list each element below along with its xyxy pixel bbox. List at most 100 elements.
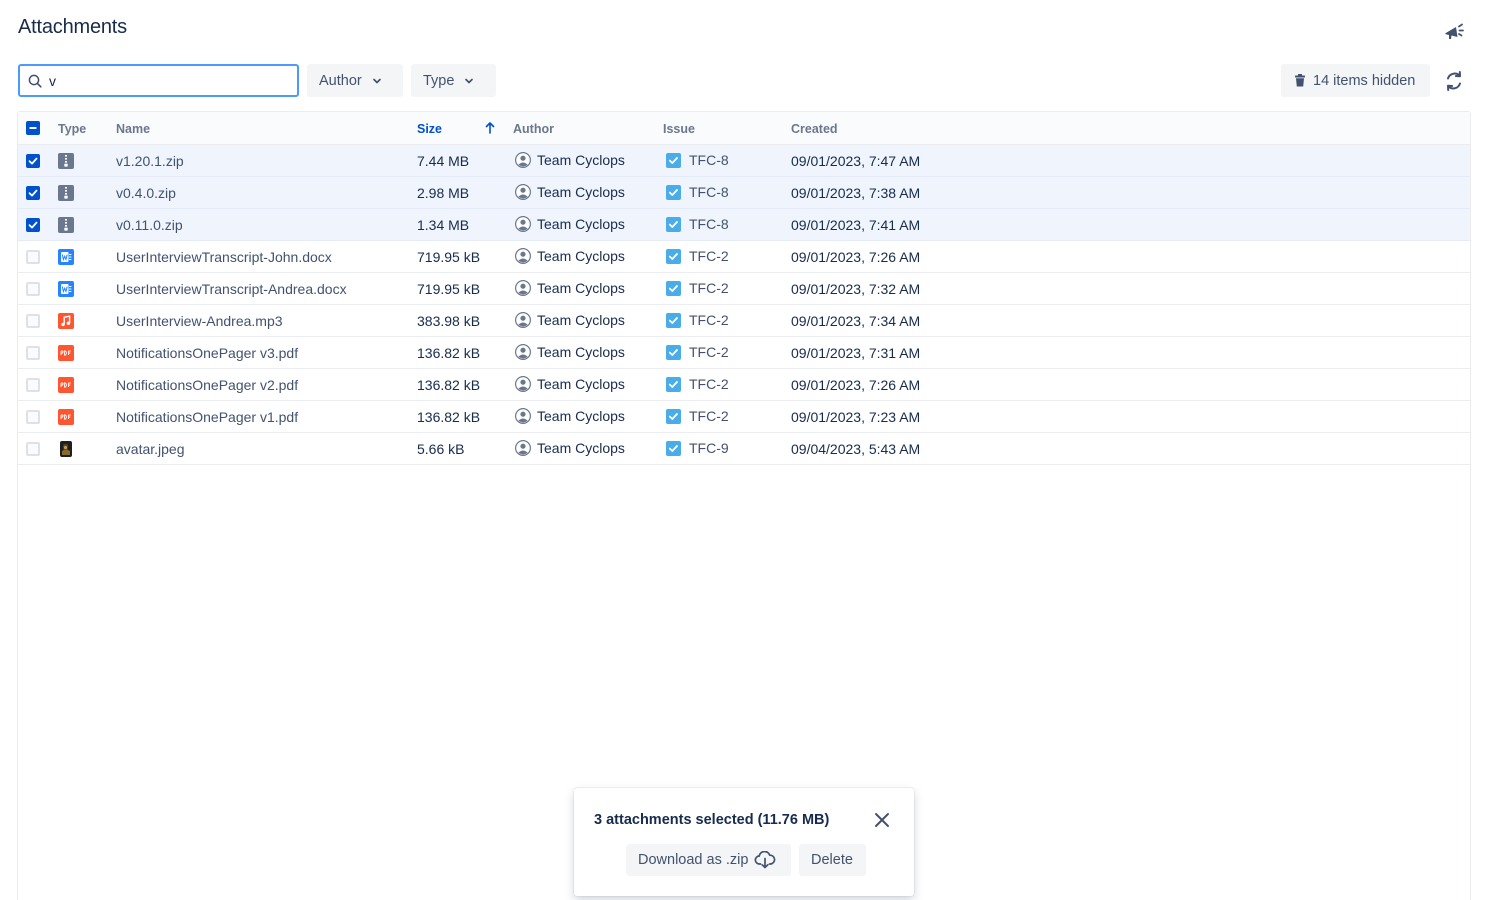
select-all-checkbox[interactable]	[26, 121, 40, 135]
created-date: 09/01/2023, 7:31 AM	[791, 345, 921, 361]
table-row[interactable]: avatar.jpeg 5.66 kB Team Cyclops TFC-9 0…	[18, 433, 1470, 465]
issue-link[interactable]: TFC-9	[666, 440, 729, 456]
column-header-size[interactable]: Size	[417, 122, 442, 136]
issue-key: TFC-2	[689, 312, 729, 328]
hidden-items-button[interactable]: 14 items hidden	[1281, 64, 1430, 97]
zip-file-icon	[58, 185, 74, 201]
created-date: 09/01/2023, 7:38 AM	[791, 185, 921, 201]
refresh-icon[interactable]	[1443, 70, 1465, 92]
table-row[interactable]: UserInterviewTranscript-John.docx 719.95…	[18, 241, 1470, 273]
issue-link[interactable]: TFC-2	[666, 376, 729, 392]
selection-summary: 3 attachments selected (11.76 MB)	[594, 812, 830, 828]
table-row[interactable]: NotificationsOnePager v2.pdf 136.82 kB T…	[18, 369, 1470, 401]
column-header-created[interactable]: Created	[791, 122, 838, 136]
issue-link[interactable]: TFC-8	[666, 216, 729, 232]
delete-button[interactable]: Delete	[799, 844, 866, 876]
row-checkbox[interactable]	[26, 282, 40, 296]
file-name-link[interactable]: avatar.jpeg	[116, 441, 185, 457]
hidden-items-label: 14 items hidden	[1313, 72, 1416, 89]
table-row[interactable]: v1.20.1.zip 7.44 MB Team Cyclops TFC-8 0…	[18, 145, 1470, 177]
task-checkbox-icon	[666, 376, 681, 392]
file-name-link[interactable]: UserInterview-Andrea.mp3	[116, 313, 283, 329]
avatar-icon	[515, 184, 531, 200]
megaphone-icon[interactable]	[1442, 20, 1466, 44]
author-cell: Team Cyclops	[515, 376, 625, 392]
row-checkbox[interactable]	[26, 250, 40, 264]
chevron-down-icon	[465, 78, 474, 83]
table-header: Type Name Size Author Issue Created	[18, 112, 1470, 145]
issue-key: TFC-2	[689, 408, 729, 424]
file-name-link[interactable]: UserInterviewTranscript-John.docx	[116, 249, 332, 265]
search-input[interactable]	[49, 72, 279, 89]
sort-ascending-icon[interactable]	[484, 121, 496, 135]
check-icon	[28, 189, 38, 197]
row-checkbox[interactable]	[26, 442, 40, 456]
file-size: 383.98 kB	[417, 313, 481, 329]
column-header-name[interactable]: Name	[116, 122, 150, 136]
avatar-icon	[515, 280, 531, 296]
table-row[interactable]: UserInterviewTranscript-Andrea.docx 719.…	[18, 273, 1470, 305]
zip-file-icon	[58, 153, 74, 169]
close-icon[interactable]	[872, 810, 892, 830]
file-name-link[interactable]: NotificationsOnePager v1.pdf	[116, 409, 298, 425]
file-size: 7.44 MB	[417, 153, 470, 169]
issue-key: TFC-8	[689, 184, 729, 200]
file-name-link[interactable]: v1.20.1.zip	[116, 153, 184, 169]
created-date: 09/01/2023, 7:26 AM	[791, 249, 921, 265]
search-field[interactable]	[18, 64, 299, 97]
file-size: 719.95 kB	[417, 281, 481, 297]
task-checkbox-icon	[666, 184, 681, 200]
issue-key: TFC-2	[689, 376, 729, 392]
file-name-link[interactable]: NotificationsOnePager v3.pdf	[116, 345, 298, 361]
avatar-icon	[515, 376, 531, 392]
word-file-icon	[58, 281, 74, 297]
avatar-icon	[515, 344, 531, 360]
file-name-link[interactable]: NotificationsOnePager v2.pdf	[116, 377, 298, 393]
row-checkbox[interactable]	[26, 378, 40, 392]
author-name: Team Cyclops	[537, 344, 625, 360]
file-name-link[interactable]: v0.4.0.zip	[116, 185, 176, 201]
task-checkbox-icon	[666, 440, 681, 456]
issue-key: TFC-9	[689, 440, 729, 456]
issue-link[interactable]: TFC-2	[666, 344, 729, 360]
download-zip-button[interactable]: Download as .zip	[626, 844, 791, 876]
row-checkbox[interactable]	[26, 218, 40, 232]
row-checkbox[interactable]	[26, 154, 40, 168]
table-row[interactable]: v0.4.0.zip 2.98 MB Team Cyclops TFC-8 09…	[18, 177, 1470, 209]
issue-link[interactable]: TFC-2	[666, 408, 729, 424]
issue-link[interactable]: TFC-2	[666, 312, 729, 328]
type-filter-button[interactable]: Type	[411, 64, 496, 97]
row-checkbox[interactable]	[26, 186, 40, 200]
task-checkbox-icon	[666, 152, 681, 168]
issue-link[interactable]: TFC-8	[666, 184, 729, 200]
zip-file-icon	[58, 217, 74, 233]
table-row[interactable]: v0.11.0.zip 1.34 MB Team Cyclops TFC-8 0…	[18, 209, 1470, 241]
file-name-link[interactable]: UserInterviewTranscript-Andrea.docx	[116, 281, 347, 297]
column-header-type[interactable]: Type	[58, 122, 86, 136]
attachments-table: Type Name Size Author Issue Created v1.2…	[17, 111, 1471, 900]
page-title: Attachments	[18, 16, 127, 38]
author-name: Team Cyclops	[537, 248, 625, 264]
table-row[interactable]: UserInterview-Andrea.mp3 383.98 kB Team …	[18, 305, 1470, 337]
table-row[interactable]: NotificationsOnePager v3.pdf 136.82 kB T…	[18, 337, 1470, 369]
avatar-icon	[515, 408, 531, 424]
issue-link[interactable]: TFC-2	[666, 280, 729, 296]
column-header-author[interactable]: Author	[513, 122, 554, 136]
trash-icon	[1295, 74, 1305, 87]
row-checkbox[interactable]	[26, 346, 40, 360]
file-size: 1.34 MB	[417, 217, 470, 233]
task-checkbox-icon	[666, 312, 681, 328]
created-date: 09/01/2023, 7:34 AM	[791, 313, 921, 329]
issue-link[interactable]: TFC-8	[666, 152, 729, 168]
check-icon	[28, 221, 38, 229]
row-checkbox[interactable]	[26, 314, 40, 328]
cloud-download-icon	[754, 851, 776, 869]
table-row[interactable]: NotificationsOnePager v1.pdf 136.82 kB T…	[18, 401, 1470, 433]
row-checkbox[interactable]	[26, 410, 40, 424]
author-cell: Team Cyclops	[515, 408, 625, 424]
issue-link[interactable]: TFC-2	[666, 248, 729, 264]
column-header-issue[interactable]: Issue	[663, 122, 695, 136]
file-size: 136.82 kB	[417, 377, 481, 393]
author-filter-button[interactable]: Author	[307, 64, 403, 97]
file-name-link[interactable]: v0.11.0.zip	[116, 217, 183, 233]
